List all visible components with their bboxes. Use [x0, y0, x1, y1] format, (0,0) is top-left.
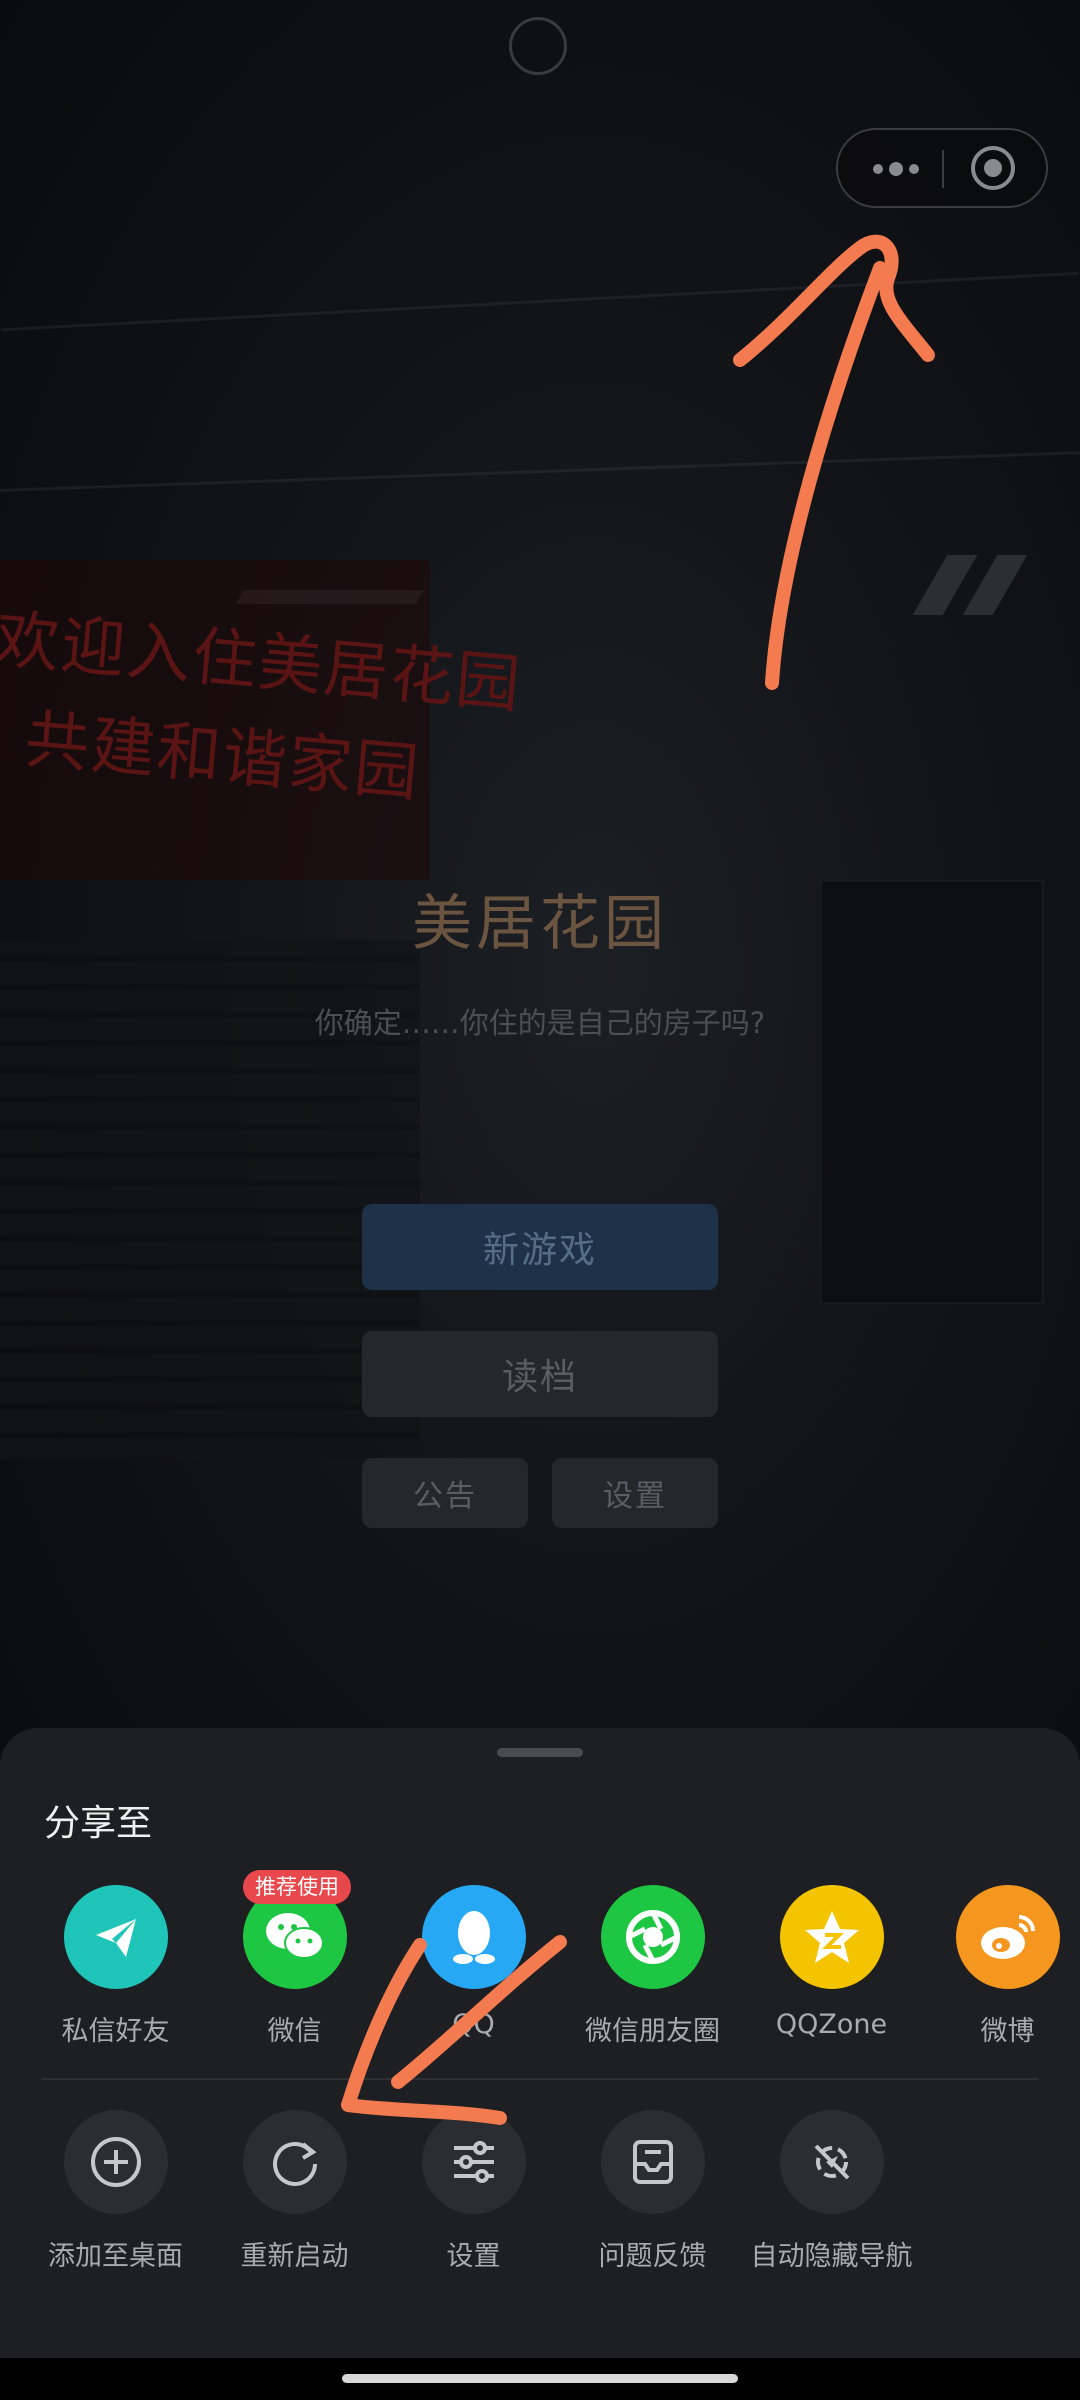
ceiling-line: [0, 451, 1080, 492]
feedback-inbox-icon: [600, 2110, 705, 2214]
share-item-weibo[interactable]: 微博: [918, 1885, 1080, 2048]
share-item-qq[interactable]: QQ: [384, 1885, 563, 2040]
recommended-badge: 推荐使用: [243, 1870, 351, 1904]
sheet-drag-handle[interactable]: [497, 1748, 583, 1757]
qzone-star-icon: [779, 1885, 884, 1989]
share-title: 分享至: [44, 1803, 153, 1844]
ceiling-line: [0, 271, 1080, 332]
notice-button[interactable]: 公告: [362, 1458, 528, 1528]
feedback-button[interactable]: 问题反馈: [563, 2110, 742, 2273]
sheet-divider: [42, 2078, 1038, 2080]
action-item-label: 设置: [446, 2241, 501, 2272]
game-settings-button[interactable]: 设置: [552, 1458, 718, 1528]
front-camera: [509, 17, 567, 75]
home-indicator[interactable]: [342, 2374, 738, 2383]
action-item-label: 问题反馈: [598, 2241, 707, 2272]
share-item-qzone[interactable]: QQZone: [742, 1885, 921, 2040]
sliders-icon: [421, 2110, 526, 2214]
settings-button[interactable]: 设置: [384, 2110, 563, 2273]
action-item-label: 自动隐藏导航: [750, 2241, 913, 2272]
auto-hide-navigation-button[interactable]: 自动隐藏导航: [742, 2110, 921, 2273]
capsule-divider: [942, 150, 944, 188]
game-subtitle: 你确定……你住的是自己的房子吗?: [314, 1006, 766, 1040]
share-item-moments[interactable]: 微信朋友圈: [563, 1885, 742, 2048]
add-to-desktop-button[interactable]: 添加至桌面: [26, 2110, 205, 2273]
dot: [889, 162, 903, 176]
restart-icon: [242, 2110, 347, 2214]
new-game-button[interactable]: 新游戏: [362, 1204, 718, 1290]
restart-button[interactable]: 重新启动: [205, 2110, 384, 2273]
share-item-label: 微博: [980, 2016, 1035, 2047]
close-target-icon[interactable]: [971, 146, 1015, 190]
ceiling-light: [962, 555, 1028, 615]
share-item-label: 微信朋友圈: [585, 2016, 720, 2047]
action-item-label: 重新启动: [240, 2241, 349, 2272]
hide-navigation-icon: [779, 2110, 884, 2214]
share-item-private-message[interactable]: 私信好友: [26, 1885, 205, 2048]
add-circle-icon: [63, 2110, 168, 2214]
paper-plane-icon: [63, 1885, 168, 1989]
more-options-icon[interactable]: [866, 154, 926, 184]
share-item-label: 微信: [267, 2016, 322, 2047]
weibo-icon: [955, 1885, 1060, 1989]
share-item-label: QQZone: [775, 2009, 888, 2040]
load-game-button[interactable]: 读档: [362, 1331, 718, 1417]
game-title: 美居花园: [412, 889, 668, 959]
share-item-label: QQ: [452, 2009, 495, 2040]
action-item-label: 添加至桌面: [48, 2241, 183, 2272]
dot: [909, 164, 919, 174]
welcome-banner: 欢迎入住美居花园 共建和谐家园: [0, 560, 525, 880]
mini-program-capsule: [836, 128, 1048, 208]
share-item-label: 私信好友: [61, 2016, 170, 2047]
dot: [873, 164, 883, 174]
share-item-wechat[interactable]: 微信: [205, 1885, 384, 2048]
moments-shutter-icon: [600, 1885, 705, 1989]
qq-penguin-icon: [421, 1885, 526, 1989]
